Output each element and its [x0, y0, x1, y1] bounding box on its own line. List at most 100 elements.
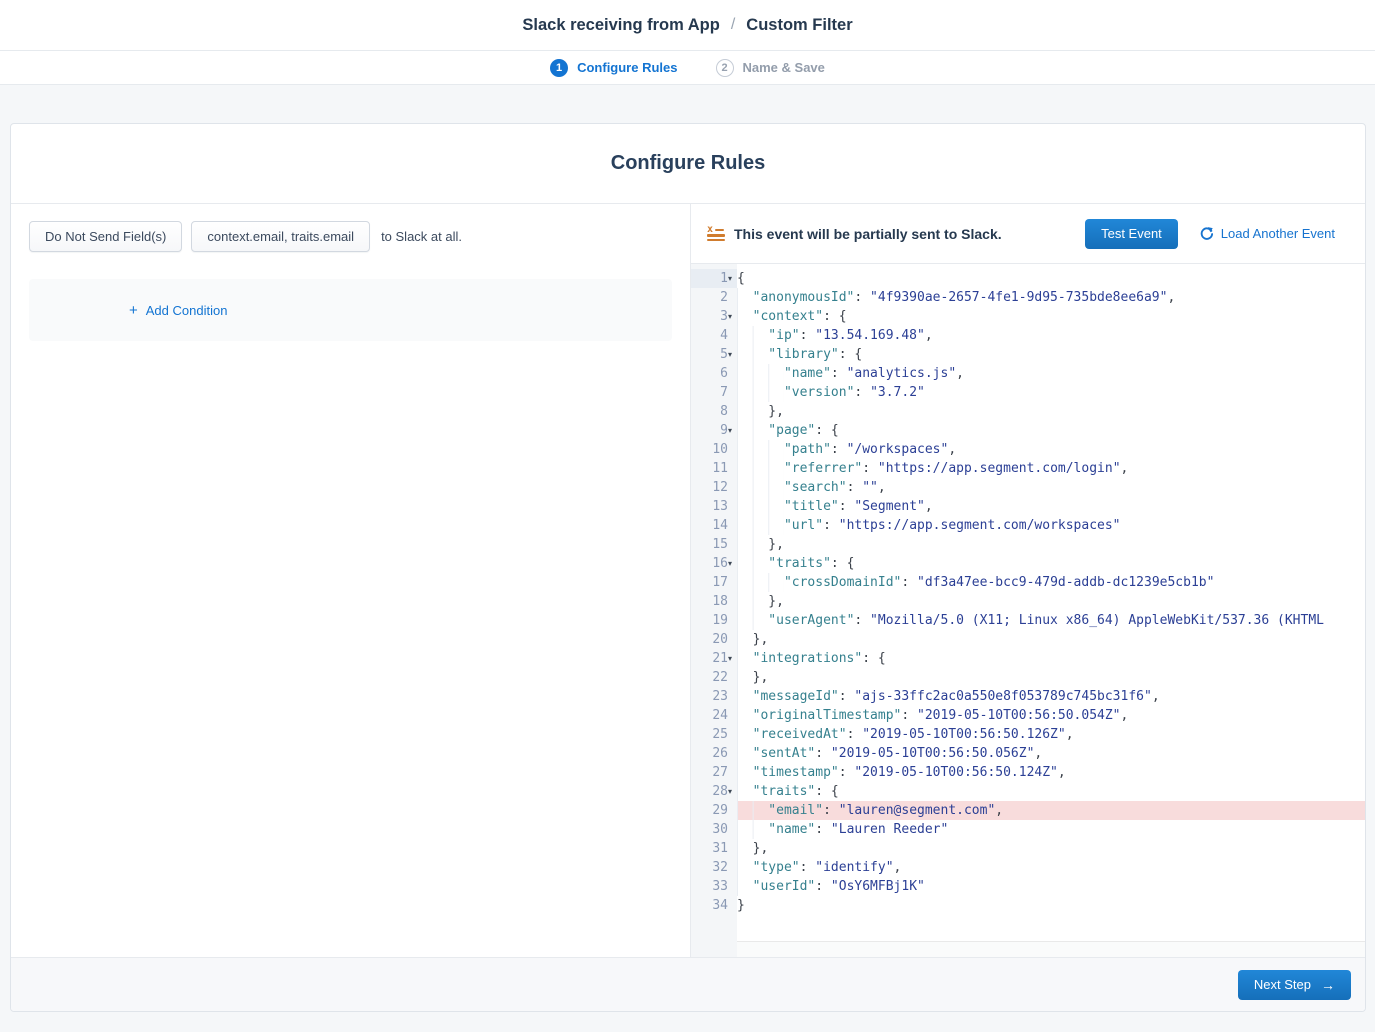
step-name-save[interactable]: 2 Name & Save	[716, 59, 825, 77]
code-line[interactable]: 30"name": "Lauren Reeder"	[691, 820, 1365, 839]
selected-fields-button[interactable]: context.email, traits.email	[191, 221, 370, 252]
code-line[interactable]: 13"title": "Segment",	[691, 497, 1365, 516]
line-number[interactable]: 4	[691, 326, 737, 345]
line-number[interactable]: 7	[691, 383, 737, 402]
code-line[interactable]: 34}	[691, 896, 1365, 915]
code-line[interactable]: 25"receivedAt": "2019-05-10T00:56:50.126…	[691, 725, 1365, 744]
code-line[interactable]: 6"name": "analytics.js",	[691, 364, 1365, 383]
code-line[interactable]: 14"url": "https://app.segment.com/worksp…	[691, 516, 1365, 535]
line-number[interactable]: 26	[691, 744, 737, 763]
line-number[interactable]: 21▾	[691, 649, 737, 668]
line-number[interactable]: 13	[691, 497, 737, 516]
fold-arrow-icon[interactable]: ▾	[728, 649, 737, 668]
code-line[interactable]: 1▾{	[691, 269, 1365, 288]
line-number[interactable]: 1▾	[691, 269, 737, 288]
json-event-editor[interactable]: 1▾{2"anonymousId": "4f9390ae-2657-4fe1-9…	[691, 264, 1365, 957]
line-number[interactable]: 29	[691, 801, 737, 820]
code-line[interactable]: 16▾"traits": {	[691, 554, 1365, 573]
code-line[interactable]: 33"userId": "OsY6MFBj1K"	[691, 877, 1365, 896]
line-number[interactable]: 12	[691, 478, 737, 497]
code-line[interactable]: 8},	[691, 402, 1365, 421]
fold-arrow-icon[interactable]: ▾	[728, 345, 737, 364]
code-line[interactable]: 20},	[691, 630, 1365, 649]
test-event-button[interactable]: Test Event	[1085, 219, 1178, 249]
line-number[interactable]: 11	[691, 459, 737, 478]
line-number[interactable]: 24	[691, 706, 737, 725]
add-condition-button[interactable]: + Add Condition	[129, 303, 227, 318]
preview-header: x This event will be partially sent to S…	[691, 204, 1365, 264]
load-another-event-label: Load Another Event	[1221, 226, 1335, 241]
code-line[interactable]: 29"email": "lauren@segment.com",	[691, 801, 1365, 820]
line-number[interactable]: 9▾	[691, 421, 737, 440]
code-line[interactable]: 2"anonymousId": "4f9390ae-2657-4fe1-9d95…	[691, 288, 1365, 307]
line-number[interactable]: 15	[691, 535, 737, 554]
code-line-content: "messageId": "ajs-33ffc2ac0a550e8f053789…	[737, 687, 1365, 706]
code-line[interactable]: 31},	[691, 839, 1365, 858]
code-line-content: "page": {	[737, 421, 1365, 440]
code-line[interactable]: 17"crossDomainId": "df3a47ee-bcc9-479d-a…	[691, 573, 1365, 592]
code-line[interactable]: 5▾"library": {	[691, 345, 1365, 364]
next-step-label: Next Step	[1254, 977, 1311, 992]
line-number[interactable]: 18	[691, 592, 737, 611]
line-number[interactable]: 31	[691, 839, 737, 858]
code-line[interactable]: 26"sentAt": "2019-05-10T00:56:50.056Z",	[691, 744, 1365, 763]
line-number[interactable]: 16▾	[691, 554, 737, 573]
code-line[interactable]: 22},	[691, 668, 1365, 687]
line-number[interactable]: 2	[691, 288, 737, 307]
card-title: Configure Rules	[11, 124, 1365, 204]
line-number[interactable]: 22	[691, 668, 737, 687]
code-line[interactable]: 12"search": "",	[691, 478, 1365, 497]
code-line-content: "traits": {	[737, 554, 1365, 573]
code-line[interactable]: 27"timestamp": "2019-05-10T00:56:50.124Z…	[691, 763, 1365, 782]
line-number[interactable]: 10	[691, 440, 737, 459]
card-footer: Next Step →	[11, 957, 1365, 1011]
code-line[interactable]: 7"version": "3.7.2"	[691, 383, 1365, 402]
do-not-send-fields-button[interactable]: Do Not Send Field(s)	[29, 221, 182, 252]
add-condition-panel: + Add Condition	[29, 279, 672, 341]
fold-arrow-icon[interactable]: ▾	[728, 269, 737, 288]
line-number[interactable]: 8	[691, 402, 737, 421]
fold-arrow-icon[interactable]: ▾	[728, 554, 737, 573]
line-number[interactable]: 19	[691, 611, 737, 630]
line-number[interactable]: 25	[691, 725, 737, 744]
code-line[interactable]: 3▾"context": {	[691, 307, 1365, 326]
fold-arrow-icon[interactable]: ▾	[728, 307, 737, 326]
code-line[interactable]: 18},	[691, 592, 1365, 611]
code-line[interactable]: 32"type": "identify",	[691, 858, 1365, 877]
code-line[interactable]: 23"messageId": "ajs-33ffc2ac0a550e8f0537…	[691, 687, 1365, 706]
fold-arrow-icon[interactable]: ▾	[728, 421, 737, 440]
line-number[interactable]: 27	[691, 763, 737, 782]
code-line-content: "type": "identify",	[737, 858, 1365, 877]
code-line[interactable]: 28▾"traits": {	[691, 782, 1365, 801]
line-number[interactable]: 34	[691, 896, 737, 915]
line-number[interactable]: 32	[691, 858, 737, 877]
code-line-content: "path": "/workspaces",	[737, 440, 1365, 459]
code-line-content: "anonymousId": "4f9390ae-2657-4fe1-9d95-…	[737, 288, 1365, 307]
code-line[interactable]: 11"referrer": "https://app.segment.com/l…	[691, 459, 1365, 478]
code-line[interactable]: 15},	[691, 535, 1365, 554]
line-number[interactable]: 3▾	[691, 307, 737, 326]
code-line[interactable]: 21▾"integrations": {	[691, 649, 1365, 668]
line-number[interactable]: 23	[691, 687, 737, 706]
fold-arrow-icon[interactable]: ▾	[728, 782, 737, 801]
line-number[interactable]: 20	[691, 630, 737, 649]
code-line[interactable]: 4"ip": "13.54.169.48",	[691, 326, 1365, 345]
line-number[interactable]: 17	[691, 573, 737, 592]
line-number[interactable]: 28▾	[691, 782, 737, 801]
line-number[interactable]: 33	[691, 877, 737, 896]
code-line-content: },	[737, 668, 1365, 687]
code-line[interactable]: 9▾"page": {	[691, 421, 1365, 440]
code-line-content: "integrations": {	[737, 649, 1365, 668]
step-configure-rules[interactable]: 1 Configure Rules	[550, 59, 677, 77]
next-step-button[interactable]: Next Step →	[1238, 970, 1351, 1000]
line-number[interactable]: 14	[691, 516, 737, 535]
line-number[interactable]: 5▾	[691, 345, 737, 364]
code-line[interactable]: 19"userAgent": "Mozilla/5.0 (X11; Linux …	[691, 611, 1365, 630]
code-line[interactable]: 24"originalTimestamp": "2019-05-10T00:56…	[691, 706, 1365, 725]
code-line[interactable]: 10"path": "/workspaces",	[691, 440, 1365, 459]
editor-horizontal-scrollbar[interactable]	[737, 941, 1365, 957]
load-another-event-link[interactable]: Load Another Event	[1199, 226, 1335, 241]
line-number[interactable]: 6	[691, 364, 737, 383]
code-line-content: "title": "Segment",	[737, 497, 1365, 516]
line-number[interactable]: 30	[691, 820, 737, 839]
